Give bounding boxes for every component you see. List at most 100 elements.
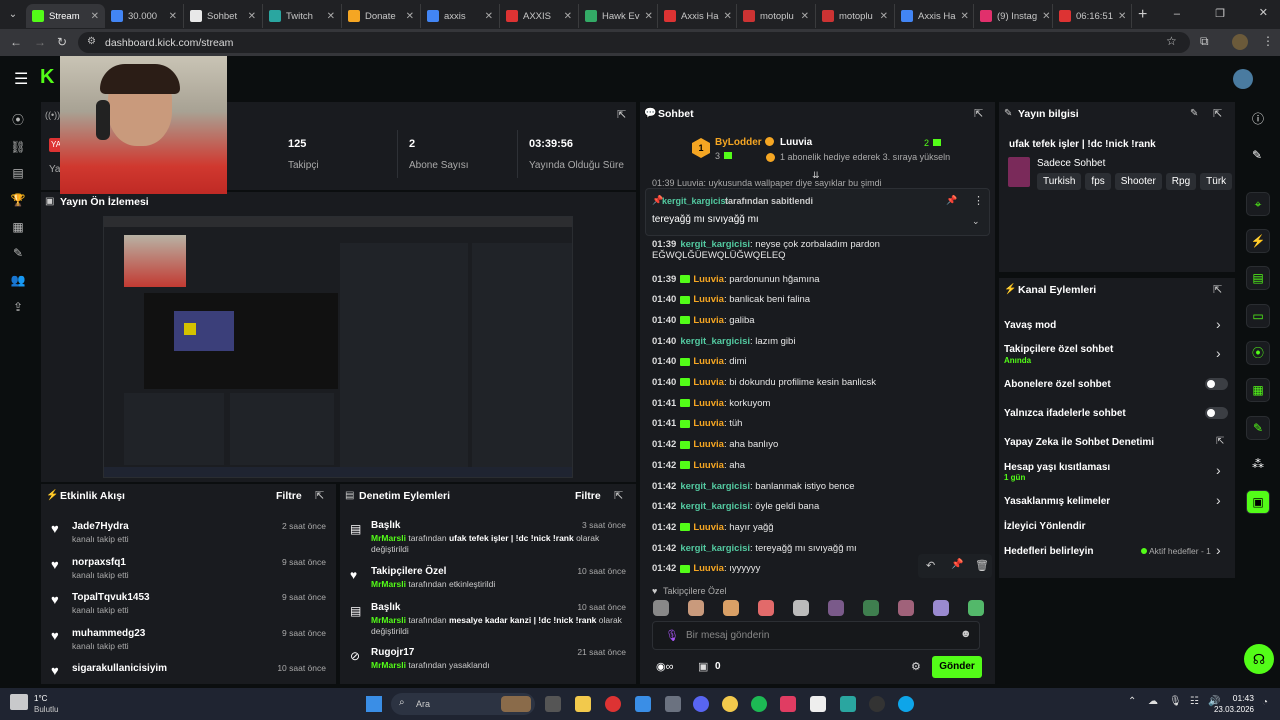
community-icon[interactable]: 👥 [10,272,26,288]
kick-logo[interactable]: K [40,66,54,89]
microphone-icon[interactable]: 🎙 [665,629,679,642]
popout-icon[interactable]: ⇱ [974,107,983,120]
app-pink-icon[interactable] [780,696,796,712]
goals-item[interactable]: Hedefleri belirleyin [1004,546,1093,557]
clip-icon[interactable]: ⌖ [1246,192,1270,216]
browser-tab[interactable]: Stream ✕ [26,4,105,28]
minimize-button[interactable]: – [1174,8,1180,20]
close-tab-icon[interactable]: ✕ [1118,11,1126,22]
tray-chevron-up-icon[interactable]: ⌃ [1128,696,1136,707]
activity-user[interactable]: TopalTqvuk1453 [72,592,150,603]
url-field[interactable]: ⚙ dashboard.kick.com/stream [78,32,1190,53]
chat-message[interactable]: 01:42 Luuvia: aha [652,460,745,471]
chat-username[interactable]: kergit_kargicisi [680,501,750,512]
forward-icon[interactable]: → [34,35,46,49]
browser-tab[interactable]: 30.000 ✕ [105,4,184,28]
stream-icon[interactable]: ⦿ [10,112,26,128]
chat-username[interactable]: Luuvia [693,460,724,471]
followers-only-item[interactable]: Takipçilere özel sohbet [1004,344,1113,355]
browser-tab[interactable]: Hawk Ev ✕ [579,4,658,28]
redirect-viewers-item[interactable]: İzleyici Yönlendir [1004,521,1086,532]
bits-icon[interactable]: ◉∞ [656,660,673,673]
stream-tag[interactable]: Shooter [1114,173,1162,190]
chat-message[interactable]: 01:40 Luuvia: banlicak beni falina [652,294,810,305]
link-icon[interactable]: ⛓ [10,139,26,155]
stream-tag[interactable]: Rpg [1165,173,1197,190]
second-gifter-name[interactable]: Luuvia [780,137,812,148]
close-window-button[interactable]: ✕ [1259,6,1268,19]
chat-username[interactable]: Luuvia [693,398,724,409]
emote-icon[interactable] [933,600,949,616]
app-white-icon[interactable] [810,696,826,712]
back-icon[interactable]: ← [10,35,22,49]
emoji-icon[interactable]: ☻ [960,628,972,640]
chat-username[interactable]: kergit_kargicisi [680,336,750,347]
close-tab-icon[interactable]: ✕ [880,11,888,22]
bookmark-star-icon[interactable]: ☆ [1166,34,1177,48]
activity-filter-button[interactable]: Filtre [276,490,302,502]
spotify-icon[interactable] [751,696,767,712]
app-dark-icon[interactable] [869,696,885,712]
close-tab-icon[interactable]: ✕ [1042,11,1050,22]
chat-message[interactable]: 01:42 kergit_kargicisi: tereyağğ mı sıvıy… [652,543,857,554]
browser-tab[interactable]: 06:16:51 ✕ [1053,4,1132,28]
chat-username[interactable]: Luuvia [693,439,724,450]
stream-preview-video[interactable] [103,216,573,478]
tools-icon[interactable]: ✎ [10,245,26,261]
chat-username[interactable]: kergit_kargicisi [680,239,750,250]
edge-icon[interactable] [898,696,914,712]
chat-username[interactable]: Luuvia [693,563,724,574]
store-icon[interactable]: ▣ [698,660,708,673]
chat-message[interactable]: 01:40 Luuvia: galiba [652,315,755,326]
user-avatar[interactable] [1233,69,1253,89]
microphone-icon[interactable]: 🎙 [1169,696,1182,707]
chat-message[interactable]: 01:40 Luuvia: bi dokundu profilime kesin … [652,377,876,388]
stream-tag[interactable]: fps [1085,173,1111,190]
browser-menu-icon[interactable]: ⋮ [1262,34,1274,48]
popout-icon[interactable]: ⇱ [315,489,324,502]
chat-username[interactable]: Luuvia [693,294,724,305]
slow-mode-item[interactable]: Yavaş mod [1004,320,1056,331]
task-view-icon[interactable] [545,696,561,712]
browser-tab[interactable]: (9) Instag ✕ [974,4,1053,28]
chat-username[interactable]: Luuvia [693,418,724,429]
chat-bubble-icon[interactable]: ▭ [1246,304,1270,328]
weather-temp[interactable]: 1°C [34,694,47,703]
chat-message[interactable]: 01:42 Luuvia: hayır yağğ [652,522,774,533]
moderator-name[interactable]: MrMarsli [371,533,406,543]
clock-time[interactable]: 01:43 [1218,693,1254,703]
chat-message[interactable]: 01:42 Luuvia: ıyyyyyy [652,563,760,574]
category-name[interactable]: Sadece Sohbet [1037,158,1105,169]
popout-icon[interactable]: ⇱ [614,489,623,502]
stream-tag[interactable]: Türk [1200,173,1233,190]
help-headset-icon[interactable]: ☊ [1244,644,1274,674]
broadcast-icon[interactable]: ⦿ [1246,341,1270,365]
account-age-item[interactable]: Hesap yaşı kısıtlaması [1004,462,1110,473]
browser-tab[interactable]: Donate ✕ [342,4,421,28]
chat-message[interactable]: 01:40 Luuvia: dimi [652,356,747,367]
chat-message[interactable]: 01:41 Luuvia: korkuyom [652,398,770,409]
edit-icon[interactable]: ✎ [1252,148,1262,162]
chevron-down-icon[interactable]: ⌄ [972,216,980,227]
windows-start-icon[interactable] [366,696,382,712]
banned-words-item[interactable]: Yasaklanmış kelimeler [1004,496,1110,507]
discord-icon[interactable] [693,696,709,712]
extensions-icon[interactable]: ⧉ [1200,34,1209,49]
hamburger-menu-icon[interactable]: ☰ [14,69,28,89]
close-tab-icon[interactable]: ✕ [564,11,572,22]
chrome-icon[interactable] [722,696,738,712]
browser-tab[interactable]: AXXIS ✕ [500,4,579,28]
bolt-icon[interactable]: ⚡ [1246,229,1270,253]
chat-message[interactable]: 01:42 kergit_kargicisi: banlanmak istiyo … [652,481,855,492]
cloud-icon[interactable]: ☁ [1148,696,1158,707]
emotes-only-toggle[interactable] [1205,407,1228,419]
chevron-right-icon[interactable]: › [1216,462,1221,478]
trophy-icon[interactable]: 🏆 [10,192,26,208]
pinned-by-user[interactable]: kergit_kargicisi [662,196,728,206]
more-icon[interactable]: ⋮ [973,194,984,207]
top-gifter-name[interactable]: ByLodder [715,137,762,148]
chat-message[interactable]: 01:42 kergit_kargicisi: öyle geldi bana [652,501,819,512]
emote-icon[interactable] [828,600,844,616]
site-info-icon[interactable]: ⚙ [87,36,96,47]
send-button[interactable]: Gönder [932,656,982,678]
